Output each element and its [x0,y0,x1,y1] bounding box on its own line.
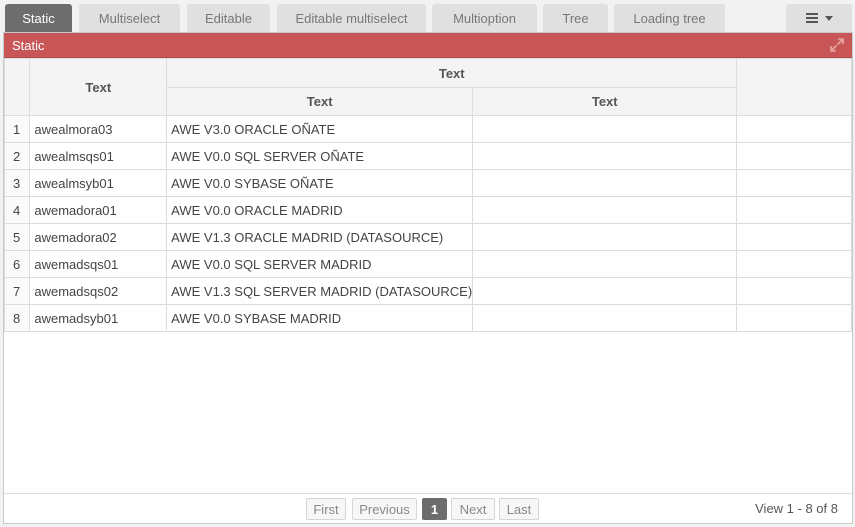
caret-down-icon [824,15,833,21]
table-row[interactable]: 4 awemadora01 AWE V0.0 ORACLE MADRID [3,196,852,224]
row-number: 4 [3,196,31,224]
table-row[interactable]: 2 awealmsqs01 AWE V0.0 SQL SERVER OÑATE [3,142,852,170]
cell-text: awemadora01 [29,196,168,224]
previous-page-button[interactable]: Previous [352,498,417,520]
table-row[interactable]: 5 awemadora02 AWE V1.3 ORACLE MADRID (DA… [3,223,852,251]
panel-title: Static [12,37,45,53]
cell-text: AWE V0.0 SYBASE MADRID [166,304,474,332]
cell-text [472,142,738,170]
row-filler [736,169,852,197]
cell-text: AWE V1.3 SQL SERVER MADRID (DATASOURCE) [166,277,474,305]
cell-text: AWE V0.0 SQL SERVER OÑATE [166,142,474,170]
row-number: 3 [3,169,31,197]
table-row[interactable]: 8 awemadsyb01 AWE V0.0 SYBASE MADRID [3,304,852,332]
row-number: 7 [3,277,31,305]
tab-tree[interactable]: Tree [543,4,608,32]
row-filler [736,142,852,170]
first-page-button[interactable]: First [306,498,346,520]
column-header-text-2[interactable]: Text [166,87,474,116]
expand-icon[interactable] [830,38,844,52]
row-number: 6 [3,250,31,278]
cell-text: awemadsyb01 [29,304,168,332]
cell-text [472,223,738,251]
cell-text [472,277,738,305]
pager: First Previous 1 Next Last View 1 - 8 of… [4,493,852,523]
panel-header: Static [4,33,852,58]
last-page-button[interactable]: Last [499,498,539,520]
next-page-button[interactable]: Next [451,498,495,520]
data-grid: Text Text Text Text 1 awealmora03 AWE V3… [3,58,852,332]
cell-text: AWE V1.3 ORACLE MADRID (DATASOURCE) [166,223,474,251]
row-filler [736,250,852,278]
row-number: 1 [3,115,31,143]
cell-text: awemadora02 [29,223,168,251]
tab-multiselect[interactable]: Multiselect [79,4,180,32]
column-header-text-3[interactable]: Text [472,87,738,116]
tab-editable-multiselect[interactable]: Editable multiselect [277,4,426,32]
row-number: 8 [3,304,31,332]
grid-panel: Static Text Text Text Text 1 awealmora03… [3,32,853,524]
tab-loading-tree[interactable]: Loading tree [614,4,725,32]
table-row[interactable]: 3 awealmsyb01 AWE V0.0 SYBASE OÑATE [3,169,852,197]
row-filler [736,223,852,251]
row-filler [736,196,852,224]
row-number: 2 [3,142,31,170]
row-filler [736,115,852,143]
column-header-text[interactable]: Text [29,58,168,116]
cell-text [472,169,738,197]
cell-text: AWE V0.0 ORACLE MADRID [166,196,474,224]
tab-multioption[interactable]: Multioption [432,4,537,32]
table-row[interactable]: 6 awemadsqs01 AWE V0.0 SQL SERVER MADRID [3,250,852,278]
cell-text: AWE V0.0 SQL SERVER MADRID [166,250,474,278]
cell-text: AWE V3.0 ORACLE OÑATE [166,115,474,143]
cell-text [472,250,738,278]
cell-text: awealmsyb01 [29,169,168,197]
cell-text: AWE V0.0 SYBASE OÑATE [166,169,474,197]
column-group-header-text: Text [166,58,738,88]
table-row[interactable]: 1 awealmora03 AWE V3.0 ORACLE OÑATE [3,115,852,143]
header-filler [736,58,852,116]
cell-text: awealmsqs01 [29,142,168,170]
cell-text [472,304,738,332]
view-info: View 1 - 8 of 8 [755,501,838,516]
tab-static[interactable]: Static [5,4,72,32]
cell-text: awealmora03 [29,115,168,143]
cell-text [472,196,738,224]
table-row[interactable]: 7 awemadsqs02 AWE V1.3 SQL SERVER MADRID… [3,277,852,305]
row-number: 5 [3,223,31,251]
cell-text [472,115,738,143]
cell-text: awemadsqs01 [29,250,168,278]
row-number-header [3,58,31,116]
tab-editable[interactable]: Editable [187,4,270,32]
row-filler [736,277,852,305]
hamburger-icon [805,13,818,23]
tab-bar: Static Multiselect Editable Editable mul… [0,0,855,32]
menu-button[interactable] [786,4,852,32]
row-filler [736,304,852,332]
cell-text: awemadsqs02 [29,277,168,305]
current-page-button[interactable]: 1 [422,498,447,520]
